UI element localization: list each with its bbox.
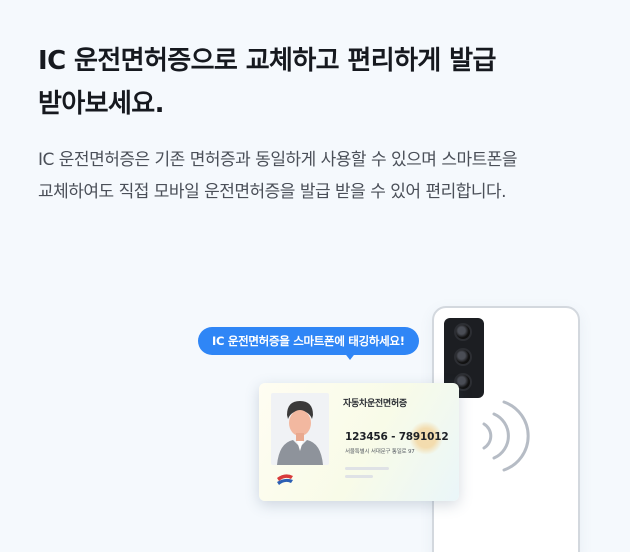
nfc-tagging-illustration: IC 운전면허증을 스마트폰에 태깅하세요! 자동차운전면허증 123456 -… [0, 290, 630, 552]
camera-lens-icon [454, 348, 472, 366]
person-photo-icon [271, 393, 329, 465]
card-number: 123456 - 7891012 [345, 431, 449, 443]
headline-line-2: 받아보세요. [38, 89, 164, 119]
card-title: 자동차운전면허증 [343, 399, 407, 409]
card-address: 서울특별시 서대문구 통일로 97 [345, 449, 415, 455]
tagging-tooltip: IC 운전면허증을 스마트폰에 태깅하세요! [198, 327, 419, 355]
page-headline: IC 운전면허증으로 교체하고 편리하게 발급 받아보세요. [38, 40, 598, 126]
card-placeholder-line [345, 475, 373, 478]
card-placeholder-line [345, 467, 389, 470]
camera-lens-icon [454, 323, 472, 341]
description-line-2: 교체하여도 직접 모바일 운전면허증을 발급 받을 수 있어 편리합니다. [38, 182, 507, 202]
license-logo-icon [277, 474, 293, 485]
headline-line-1: IC 운전면허증으로 교체하고 편리하게 발급 [38, 46, 496, 76]
nfc-waves-icon [482, 400, 530, 472]
description-line-1: IC 운전면허증은 기존 면허증과 동일하게 사용할 수 있으며 스마트폰을 [38, 150, 518, 170]
tooltip-tail [343, 351, 357, 360]
page-description: IC 운전면허증은 기존 면허증과 동일하게 사용할 수 있으며 스마트폰을 교… [38, 144, 618, 208]
ic-license-card: 자동차운전면허증 123456 - 7891012 서울특별시 서대문구 통일로… [259, 383, 459, 501]
